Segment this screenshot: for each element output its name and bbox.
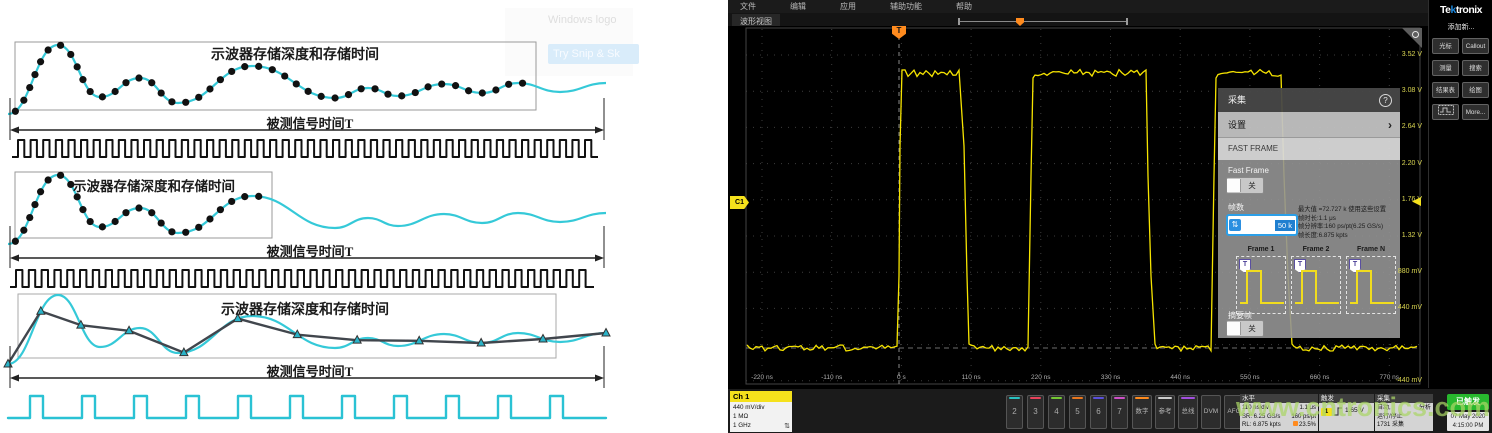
frame-count-input[interactable]: ⇅ 50 k [1226, 214, 1298, 236]
aux-color-stripe [1181, 397, 1195, 399]
voltage-scale-label: -440 mV [1376, 377, 1422, 385]
channel-button[interactable]: 6 [1090, 395, 1107, 429]
channel-color-stripe [1009, 397, 1020, 399]
frame-count-value: 50 k [1275, 220, 1295, 231]
menu-item[interactable]: 帮助 [956, 1, 972, 12]
time-scale-label: -110 ns [817, 374, 847, 381]
panel-body: Fast Frame 关 帧数 ⇅ 50 k 最大值 =72.727 k 使用这… [1218, 160, 1400, 338]
scope-view-icon-button[interactable] [1432, 104, 1459, 120]
screenshot-root: Windows logo Try Snip & Sk 示波器存储深度和存储时间 … [0, 0, 1492, 433]
aux-color-stripe [1135, 397, 1149, 399]
watermark-text: www.cntronics.com [1236, 392, 1490, 423]
add-new-label: 添加新... [1429, 22, 1492, 32]
waveform-display: T C1 采集 ? 设置 › FAST FRAME Fast Frame 关 [728, 26, 1428, 390]
tab-strip: 波形视图 [728, 13, 1492, 26]
menu-item[interactable]: 文件 [740, 1, 756, 12]
diagram1-time-label: 被测信号时间T [230, 113, 390, 132]
time-scale-label: 110 ns [956, 374, 986, 381]
right-sidebar: Tektronix 添加新... 光标Callout测量搜索结果表绘图 More… [1428, 0, 1492, 388]
sidebar-button[interactable]: 绘图 [1462, 82, 1489, 98]
diagram3-title: 示波器存储深度和存储时间 [165, 299, 445, 319]
sidebar-button[interactable]: 光标 [1432, 38, 1459, 54]
fast-frame-section-header: FAST FRAME [1218, 138, 1400, 160]
sidebar-button[interactable]: 结果表 [1432, 82, 1459, 98]
time-scale-label: 660 ns [1305, 374, 1335, 381]
voltage-scale-label: 2.20 V [1376, 160, 1422, 168]
sidebar-button[interactable]: Callout [1462, 38, 1489, 54]
menu-item[interactable]: 编辑 [790, 1, 806, 12]
slider-track [958, 21, 1128, 22]
sampling-diagrams: Windows logo Try Snip & Sk 示波器存储深度和存储时间 … [0, 0, 728, 433]
time-scale-label: -220 ns [747, 374, 777, 381]
oscilloscope-app: 文件编辑应用辅助功能帮助 波形视图 T C1 采集 ? 设置 › [728, 0, 1492, 433]
channel-color-stripe [1051, 397, 1062, 399]
panel-settings-row[interactable]: 设置 › [1218, 112, 1400, 138]
frame-pulse-icon [1292, 257, 1342, 313]
voltage-scale-label: 3.08 V [1376, 87, 1422, 95]
channel-button[interactable]: 3 [1027, 395, 1044, 429]
frame-preview-row: Frame 1 T Frame 2 T [1236, 246, 1396, 314]
time-scale-label: 0 s [886, 374, 916, 381]
channel-color-stripe [1030, 397, 1041, 399]
scope-screen-icon [1438, 105, 1454, 115]
voltage-scale-label: 1.32 V [1376, 232, 1422, 240]
more-button[interactable]: More... [1462, 104, 1489, 120]
channel-settings-icon: ⇅ [784, 422, 790, 431]
time-scale-label: 220 ns [1026, 374, 1056, 381]
aux-button[interactable]: 数字 [1132, 395, 1152, 429]
time-scale-label: 440 ns [1165, 374, 1195, 381]
spinner-icon[interactable]: ⇅ [1229, 219, 1241, 231]
diagram3-time-label: 被测信号时间T [230, 361, 390, 380]
magnifier-icon [1412, 31, 1419, 38]
slider-left-bracket [958, 18, 960, 25]
sidebar-button[interactable]: 搜索 [1462, 60, 1489, 76]
summary-frame-toggle[interactable]: 关 [1226, 320, 1264, 337]
voltage-scale-label: 440 mV [1376, 304, 1422, 312]
time-scale-label: 330 ns [1096, 374, 1126, 381]
frame-pulse-icon [1237, 257, 1287, 313]
menu-item[interactable]: 辅助功能 [890, 1, 922, 12]
acquisition-panel: 采集 ? 设置 › FAST FRAME Fast Frame 关 帧数 ⇅ [1218, 88, 1400, 338]
channel-color-stripe [1114, 397, 1125, 399]
aux-button[interactable]: DVM [1201, 395, 1221, 429]
channel-color-stripe [1072, 397, 1083, 399]
toggle-knob [1227, 322, 1241, 335]
slider-marker-icon[interactable] [1016, 18, 1024, 26]
voltage-scale-label: 880 mV [1376, 268, 1422, 276]
tektronix-logo: Tektronix [1429, 4, 1492, 16]
channel-button[interactable]: 4 [1048, 395, 1065, 429]
aux-buttons: 数字 参考 总线 DVM AFG [1132, 395, 1244, 429]
menu-item[interactable]: 应用 [840, 1, 856, 12]
diagram1-title: 示波器存储深度和存储时间 [165, 44, 425, 64]
diagram2-title: 示波器存储深度和存储时间 [38, 175, 270, 195]
diagram2-time-label: 被测信号时间T [230, 241, 390, 260]
time-scale-label: 550 ns [1235, 374, 1265, 381]
channel-button[interactable]: 5 [1069, 395, 1086, 429]
channel-buttons: 2 3 4 5 6 7 8 [1006, 395, 1149, 429]
sidebar-buttons: 光标Callout测量搜索结果表绘图 [1432, 38, 1492, 98]
fast-frame-toggle[interactable]: 关 [1226, 177, 1264, 194]
fast-frame-label: Fast Frame [1228, 166, 1269, 175]
frame-preview: Frame 1 T [1236, 246, 1286, 314]
voltage-scale-label: 1.76 V [1376, 196, 1422, 204]
frame-count-label: 帧数 [1228, 202, 1244, 213]
channel1-badge[interactable]: Ch 1 440 mV/div 1 MΩ 1 GHz ⇅ [730, 391, 792, 432]
aux-button[interactable]: 总线 [1178, 395, 1198, 429]
sidebar-button[interactable]: 测量 [1432, 60, 1459, 76]
menu-bar: 文件 编辑 应用 辅助功能 帮助 [728, 0, 1492, 13]
slider-right-bracket [1126, 18, 1128, 25]
aux-color-stripe [1158, 397, 1172, 399]
channel-button[interactable]: 7 [1111, 395, 1128, 429]
toggle-knob [1227, 179, 1241, 192]
panel-title: 采集 ? [1218, 88, 1400, 112]
channel-color-stripe [1093, 397, 1104, 399]
channel-button[interactable]: 2 [1006, 395, 1023, 429]
frame-preview: Frame 2 T [1291, 246, 1341, 314]
voltage-scale-label: 2.64 V [1376, 123, 1422, 131]
voltage-scale-label: 3.52 V [1376, 51, 1422, 59]
help-icon[interactable]: ? [1379, 94, 1392, 107]
record-pan-slider[interactable] [958, 18, 1128, 26]
aux-button[interactable]: 参考 [1155, 395, 1175, 429]
